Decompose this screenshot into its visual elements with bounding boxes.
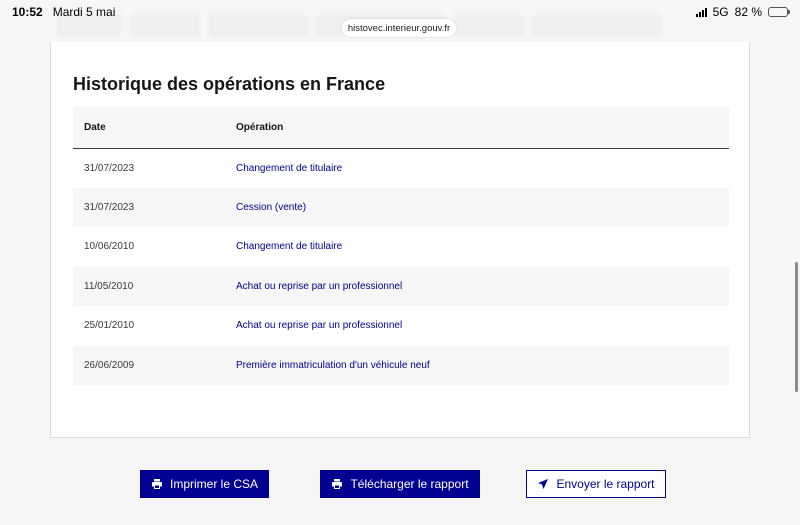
- print-csa-label: Imprimer le CSA: [169, 477, 258, 491]
- row-operation: Première immatriculation d'un véhicule n…: [236, 345, 729, 385]
- row-operation: Cession (vente): [236, 187, 729, 227]
- send-report-label: Envoyer le rapport: [556, 477, 655, 491]
- url-bar[interactable]: histovec.interieur.gouv.fr: [342, 19, 456, 37]
- report-actions: Imprimer le CSA Télécharger le rapport E…: [0, 470, 800, 498]
- status-time: 10:52: [12, 5, 43, 19]
- row-operation: Achat ou reprise par un professionnel: [236, 266, 729, 306]
- table-row: 11/05/2010 Achat ou reprise par un profe…: [73, 266, 729, 306]
- send-report-button[interactable]: Envoyer le rapport: [526, 470, 666, 498]
- download-report-button[interactable]: Télécharger le rapport: [320, 470, 480, 498]
- battery-percent: 82 %: [734, 5, 762, 19]
- printer-icon: [151, 479, 162, 489]
- scrollbar-thumb[interactable]: [795, 262, 798, 392]
- battery-icon: [768, 7, 790, 17]
- operations-history-card: Historique des opérations en France Date…: [50, 42, 750, 438]
- table-row: 25/01/2010 Achat ou reprise par un profe…: [73, 306, 729, 346]
- table-row: 31/07/2023 Changement de titulaire: [73, 148, 729, 188]
- row-date: 11/05/2010: [73, 266, 236, 306]
- row-date: 31/07/2023: [73, 148, 236, 188]
- table-row: 26/06/2009 Première immatriculation d'un…: [73, 345, 729, 385]
- column-header-date: Date: [73, 107, 236, 149]
- print-csa-button[interactable]: Imprimer le CSA: [140, 470, 269, 498]
- operations-table: Date Opération 31/07/2023 Changement de …: [73, 107, 729, 385]
- row-date: 10/06/2010: [73, 227, 236, 267]
- row-date: 31/07/2023: [73, 187, 236, 227]
- section-title: Historique des opérations en France: [73, 74, 386, 94]
- row-date: 26/06/2009: [73, 345, 236, 385]
- table-header-row: Date Opération: [73, 107, 729, 149]
- row-operation: Changement de titulaire: [236, 148, 729, 188]
- url-text: histovec.interieur.gouv.fr: [347, 22, 451, 34]
- signal-icon: [695, 7, 707, 17]
- row-operation: Changement de titulaire: [236, 227, 729, 267]
- row-operation: Achat ou reprise par un professionnel: [236, 306, 729, 346]
- download-report-label: Télécharger le rapport: [350, 477, 469, 491]
- table-row: 10/06/2010 Changement de titulaire: [73, 227, 729, 267]
- printer-icon: [332, 479, 343, 489]
- status-date: Mardi 5 mai: [52, 5, 116, 19]
- send-icon: [538, 479, 549, 489]
- column-header-operation: Opération: [236, 107, 729, 149]
- network-type: 5G: [712, 5, 729, 19]
- row-date: 25/01/2010: [73, 306, 236, 346]
- table-row: 31/07/2023 Cession (vente): [73, 187, 729, 227]
